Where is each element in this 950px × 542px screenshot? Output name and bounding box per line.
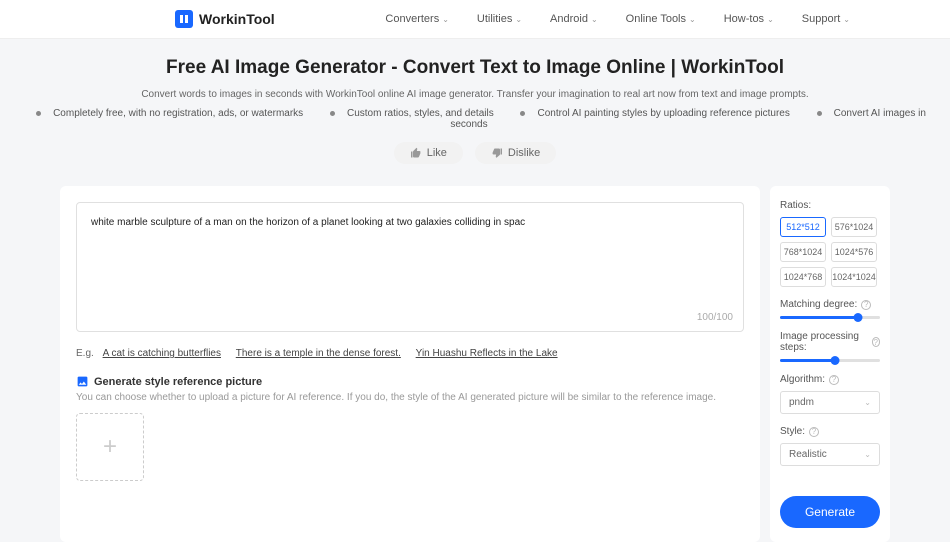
brand-name: WorkinTool <box>199 11 275 27</box>
examples-row: E.g. A cat is catching butterflies There… <box>76 348 744 359</box>
ratio-option[interactable]: 576*1024 <box>831 217 877 237</box>
nav-howtos[interactable]: How-tos⌄ <box>724 13 774 25</box>
matching-slider[interactable] <box>780 316 880 319</box>
nav-support[interactable]: Support⌄ <box>802 13 850 25</box>
page-title: Free AI Image Generator - Convert Text t… <box>0 57 950 79</box>
nav-android[interactable]: Android⌄ <box>550 13 598 25</box>
feature-list: Completely free, with no registration, a… <box>0 108 950 130</box>
algorithm-select[interactable]: pndm⌄ <box>780 391 880 414</box>
steps-label: Image processing steps:? <box>780 331 880 353</box>
header: WorkinTool Converters⌄ Utilities⌄ Androi… <box>0 0 950 39</box>
nav-online-tools[interactable]: Online Tools⌄ <box>626 13 696 25</box>
chevron-down-icon: ⌄ <box>843 15 850 24</box>
chevron-down-icon: ⌄ <box>864 398 871 407</box>
help-icon[interactable]: ? <box>829 375 839 385</box>
steps-slider[interactable] <box>780 359 880 362</box>
chevron-down-icon: ⌄ <box>864 450 871 459</box>
chevron-down-icon: ⌄ <box>591 15 598 24</box>
help-icon[interactable]: ? <box>861 300 871 310</box>
style-label: Style:? <box>780 426 880 437</box>
generate-button[interactable]: Generate <box>780 496 880 528</box>
example-link[interactable]: A cat is catching butterflies <box>103 348 221 359</box>
page-subtitle: Convert words to images in seconds with … <box>0 89 950 100</box>
help-icon[interactable]: ? <box>872 337 880 347</box>
feedback-bar: Like Dislike <box>0 142 950 164</box>
algorithm-label: Algorithm:? <box>780 374 880 385</box>
thumbs-down-icon <box>491 147 503 159</box>
thumbs-up-icon <box>410 147 422 159</box>
chevron-down-icon: ⌄ <box>442 15 449 24</box>
plus-icon: + <box>103 433 117 461</box>
prompt-panel: white marble sculpture of a man on the h… <box>60 186 760 542</box>
ratio-option[interactable]: 1024*768 <box>780 267 826 287</box>
ratios-label: Ratios: <box>780 200 880 211</box>
logo[interactable]: WorkinTool <box>175 10 275 28</box>
main-nav: Converters⌄ Utilities⌄ Android⌄ Online T… <box>385 13 850 25</box>
ratio-option[interactable]: 512*512 <box>780 217 826 237</box>
logo-icon <box>175 10 193 28</box>
prompt-text: white marble sculpture of a man on the h… <box>91 217 729 228</box>
prompt-input[interactable]: white marble sculpture of a man on the h… <box>76 202 744 332</box>
chevron-down-icon: ⌄ <box>515 15 522 24</box>
ratio-option[interactable]: 1024*576 <box>831 242 877 262</box>
ratio-option[interactable]: 768*1024 <box>780 242 826 262</box>
char-counter: 100/100 <box>697 312 733 323</box>
dislike-button[interactable]: Dislike <box>475 142 556 164</box>
like-button[interactable]: Like <box>394 142 463 164</box>
reference-desc: You can choose whether to upload a pictu… <box>76 392 744 403</box>
example-link[interactable]: There is a temple in the dense forest. <box>236 348 401 359</box>
chevron-down-icon: ⌄ <box>767 15 774 24</box>
ratio-grid: 512*512 576*1024 768*1024 1024*576 1024*… <box>780 217 880 287</box>
example-link[interactable]: Yin Huashu Reflects in the Lake <box>416 348 558 359</box>
hero: Free AI Image Generator - Convert Text t… <box>0 39 950 174</box>
help-icon[interactable]: ? <box>809 427 819 437</box>
reference-title: Generate style reference picture <box>76 375 744 388</box>
style-select[interactable]: Realistic⌄ <box>780 443 880 466</box>
matching-label: Matching degree:? <box>780 299 880 310</box>
image-icon <box>76 375 89 388</box>
ratio-option[interactable]: 1024*1024 <box>831 267 877 287</box>
nav-utilities[interactable]: Utilities⌄ <box>477 13 522 25</box>
settings-panel: Ratios: 512*512 576*1024 768*1024 1024*5… <box>770 186 890 542</box>
chevron-down-icon: ⌄ <box>689 15 696 24</box>
upload-button[interactable]: + <box>76 413 144 481</box>
nav-converters[interactable]: Converters⌄ <box>385 13 449 25</box>
